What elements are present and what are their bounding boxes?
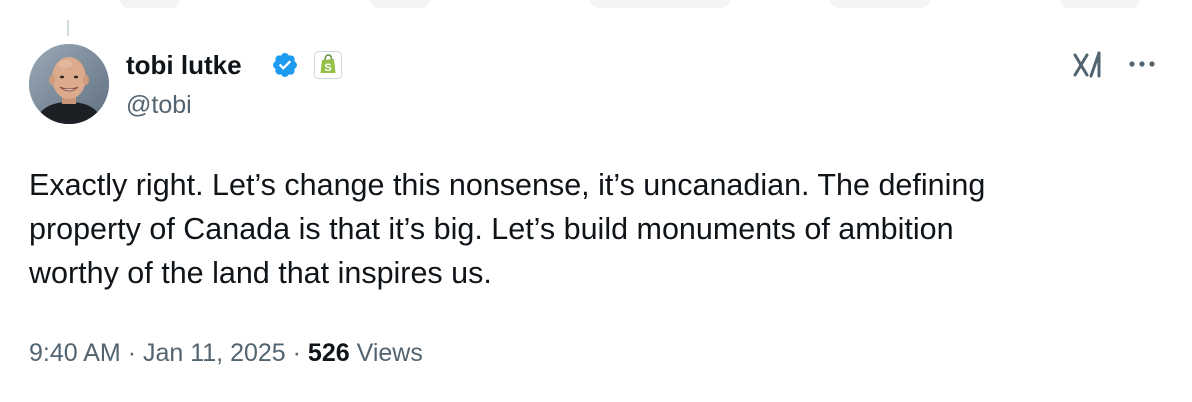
more-options-icon[interactable] — [1126, 50, 1158, 78]
author-handle[interactable]: @tobi — [126, 90, 192, 120]
author-name[interactable]: tobi lutke — [126, 50, 242, 80]
meta-separator: · — [127, 339, 137, 367]
tweet-text-line: worthy of the land that inspires us. — [29, 256, 492, 290]
views-label[interactable]: Views — [357, 339, 423, 367]
svg-text:S: S — [324, 62, 331, 74]
avatar[interactable] — [29, 44, 109, 124]
thread-connector-line — [67, 20, 69, 36]
tweet-text-line: property of Canada is that it’s big. Let… — [29, 212, 954, 246]
shopify-affiliate-badge-icon[interactable]: S — [314, 51, 342, 79]
tweet-time[interactable]: 9:40 AM — [29, 339, 121, 367]
tweet-date[interactable]: Jan 11, 2025 — [143, 339, 286, 367]
tweet-text-line: Exactly right. Let’s change this nonsens… — [29, 168, 986, 202]
previous-tweet-remnant — [0, 0, 1192, 20]
ellipsis-icon — [1129, 61, 1155, 67]
tweet-text: Exactly right. Let’s change this nonsens… — [29, 163, 1159, 295]
meta-separator: · — [292, 339, 301, 367]
grok-icon[interactable] — [1070, 49, 1106, 81]
tweet-meta: 9:40 AM · Jan 11, 2025 · 526 Views — [29, 338, 423, 368]
views-count[interactable]: 526 — [308, 339, 350, 367]
avatar-photo — [29, 44, 109, 124]
verified-badge-icon[interactable] — [271, 51, 299, 79]
